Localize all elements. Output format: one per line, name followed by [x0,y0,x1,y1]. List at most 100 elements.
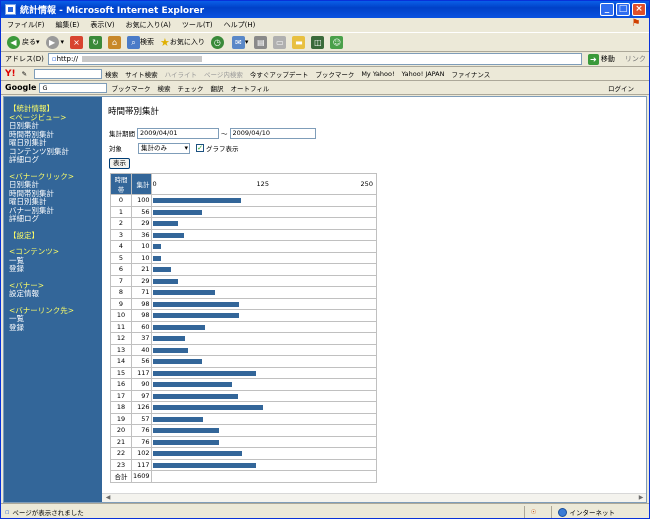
bar-cell [150,274,377,287]
count-cell: 56 [131,355,152,368]
main-panel: 時間帯別集計 集計期間 2009/04/01 ～ 2009/04/10 対象 集… [106,97,646,502]
maximize-button[interactable]: □ [616,3,630,16]
bar [152,359,202,364]
star-icon: ★ [160,35,170,49]
bar-cell [150,355,377,368]
hour-cell: 11 [110,320,132,333]
bar-cell [150,309,377,322]
google-item-check[interactable]: チェック [177,83,203,93]
google-search-input[interactable]: G [39,82,108,93]
bar [152,347,188,353]
forward-arrow-icon: ▶ [45,35,59,49]
yahoo-item-page-search[interactable]: ページ内検索 [204,69,243,79]
menu-favorites[interactable]: お気に入り(A) [126,20,171,30]
yahoo-item-highlight[interactable]: ハイライト [165,69,197,79]
hour-cell: 12 [110,332,132,345]
google-item-search[interactable]: 検索 [157,83,170,93]
google-item-translate[interactable]: 翻訳 [210,83,223,93]
date-from-input[interactable]: 2009/04/01 [137,127,219,139]
yahoo-item-finance[interactable]: ファイナンス [451,69,490,79]
sidebar-link[interactable]: 登録 [9,264,102,274]
sidebar-link[interactable]: 登録 [9,323,102,333]
scroll-right-icon[interactable]: ▶ [637,494,645,502]
bar-cell [150,366,377,379]
bar [152,255,162,261]
menu-file[interactable]: ファイル(F) [7,20,45,30]
sidebar-link[interactable]: 詳細ログ [9,155,102,165]
horizontal-scrollbar[interactable]: ◀ ▶ [102,493,646,502]
print-button[interactable]: ▤ [254,35,268,49]
edit-button[interactable]: ▭ [273,35,287,49]
yahoo-item-bookmark[interactable]: ブックマーク [315,69,354,79]
scroll-left-icon[interactable]: ◀ [104,494,112,502]
back-button[interactable]: ◀ 戻る ▾ [7,35,40,49]
go-button[interactable]: ➜ 移動 [587,53,615,65]
table-row: 0 100 [110,194,377,207]
menu-tools[interactable]: ツール(T) [182,20,213,30]
yahoo-search-button[interactable]: 検索 [105,69,118,79]
hour-cell: 13 [110,343,132,356]
search-icon: ⌕ [127,35,141,49]
history-button[interactable]: ◷ [210,35,226,49]
yahoo-item-yahoo-japan[interactable]: Yahoo! JAPAN [402,70,445,78]
show-button[interactable]: 表示 [109,157,130,169]
bar [152,290,216,295]
count-cell: 10 [131,240,152,253]
mail-button[interactable]: ✉ ▾ [231,35,248,49]
table-row: 21 76 [110,435,377,448]
google-login-button[interactable]: ログイン [608,83,634,93]
count-cell: 76 [131,424,152,437]
bar-cell [150,240,377,253]
yahoo-item-my-yahoo[interactable]: My Yahoo! [361,70,394,78]
google-item-autofill[interactable]: オートフィル [230,83,269,93]
date-to-input[interactable]: 2009/04/10 [229,127,316,139]
menu-help[interactable]: ヘルプ(H) [224,20,256,30]
menu-view[interactable]: 表示(V) [90,20,114,30]
history-icon: ◷ [210,35,224,49]
graph-checkbox[interactable]: ✓ [196,144,204,152]
bar [152,278,179,284]
research-button[interactable]: ◫ [311,35,325,49]
messenger-button[interactable]: ☺ [330,35,344,49]
address-input[interactable]: ▫ http:// [47,53,582,65]
table-row: 4 10 [110,240,377,253]
hour-cell: 14 [110,355,132,368]
forward-button[interactable]: ▶ ▾ [45,35,64,49]
count-cell: 21 [131,263,152,276]
sidebar-link[interactable]: 詳細ログ [9,214,102,224]
hour-cell: 0 [110,194,132,207]
table-row: 9 98 [110,297,377,310]
home-button[interactable]: ⌂ [108,35,122,49]
yahoo-item-site-search[interactable]: サイト検索 [125,69,158,79]
bar [152,393,238,399]
count-cell: 40 [131,343,152,356]
hour-cell: 7 [110,274,132,287]
bar [152,209,202,215]
google-logo[interactable]: Google [5,83,36,92]
links-label[interactable]: リンク [625,54,646,64]
privacy-icon: ☉ [530,508,537,516]
google-item-bookmark[interactable]: ブックマーク [111,83,150,93]
pen-icon: ✎ [21,69,28,78]
minimize-button[interactable]: _ [600,3,614,16]
folder-button[interactable]: ▬ [292,35,306,49]
favorites-button[interactable]: ★ お気に入り [160,36,205,49]
bar-cell [150,412,377,425]
status-text: ページが表示されました [12,508,84,517]
stop-button[interactable]: × [70,35,84,49]
close-button[interactable]: × [632,3,646,16]
table-row: 20 76 [110,424,377,437]
yahoo-item-update[interactable]: 今すぐアップデート [250,69,309,79]
sidebar-link[interactable]: 設定情報 [9,289,102,299]
count-cell: 76 [131,435,152,448]
yahoo-logo[interactable]: Y! [5,69,16,79]
yahoo-search-input[interactable] [34,68,103,79]
target-select[interactable]: 集計のみ [138,142,190,154]
menu-edit[interactable]: 編集(E) [56,20,80,30]
search-button[interactable]: ⌕ 検索 [127,35,154,49]
count-cell: 126 [131,401,152,414]
bar [152,301,239,307]
back-arrow-icon: ◀ [7,35,20,49]
refresh-button[interactable]: ↻ [89,35,103,49]
filter-form: 集計期間 2009/04/01 ～ 2009/04/10 対象 集計のみ ✓ グ… [109,127,316,172]
